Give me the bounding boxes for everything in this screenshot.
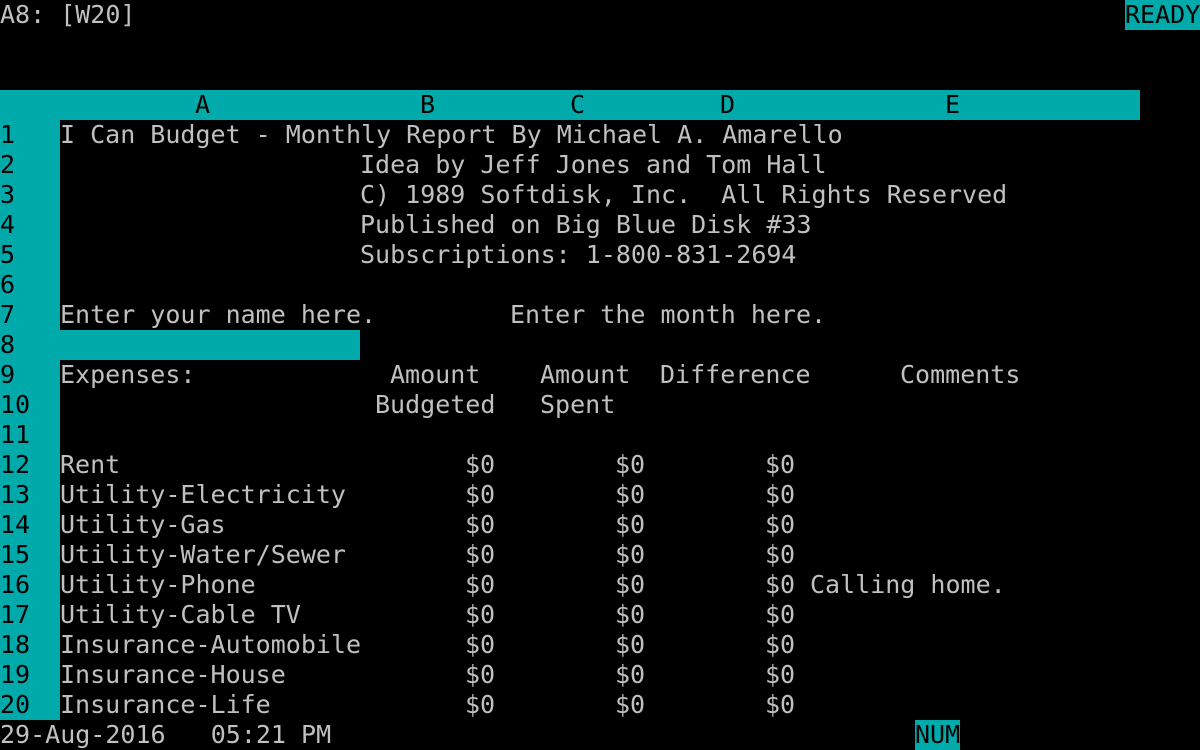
expense-budgeted[interactable]: $0: [465, 690, 495, 720]
expense-difference[interactable]: $0: [765, 690, 795, 720]
credits-line[interactable]: Idea by Jeff Jones and Tom Hall: [360, 150, 827, 180]
row-header-20[interactable]: 20: [0, 690, 60, 720]
row-header-17[interactable]: 17: [0, 600, 60, 630]
expense-difference[interactable]: $0: [765, 540, 795, 570]
expense-difference[interactable]: $0: [765, 510, 795, 540]
row-header-1[interactable]: 1: [0, 120, 60, 150]
expense-name[interactable]: Insurance-Life: [60, 690, 271, 720]
row-header-4[interactable]: 4: [0, 210, 60, 240]
row-header-5[interactable]: 5: [0, 240, 60, 270]
row-header-2[interactable]: 2: [0, 150, 60, 180]
expense-budgeted[interactable]: $0: [465, 540, 495, 570]
expense-spent[interactable]: $0: [615, 510, 645, 540]
published-line[interactable]: Published on Big Blue Disk #33: [360, 210, 812, 240]
column-header-a[interactable]: A: [60, 90, 345, 120]
expense-budgeted[interactable]: $0: [465, 480, 495, 510]
row-header-10[interactable]: 10: [0, 390, 60, 420]
expense-budgeted[interactable]: $0: [465, 510, 495, 540]
expense-difference[interactable]: $0: [765, 450, 795, 480]
column-header-e[interactable]: E: [825, 90, 1080, 120]
num-lock-indicator: NUM: [915, 720, 961, 750]
amount-budgeted-header-line1[interactable]: Amount: [390, 360, 480, 390]
report-title[interactable]: I Can Budget - Monthly Report By Michael…: [60, 120, 843, 150]
expenses-header[interactable]: Expenses:: [60, 360, 195, 390]
month-prompt[interactable]: Enter the month here.: [510, 300, 826, 330]
expense-difference[interactable]: $0: [765, 630, 795, 660]
row-header-12[interactable]: 12: [0, 450, 60, 480]
expense-spent[interactable]: $0: [615, 540, 645, 570]
row-header-19[interactable]: 19: [0, 660, 60, 690]
expense-name[interactable]: Utility-Water/Sewer: [60, 540, 346, 570]
expense-budgeted[interactable]: $0: [465, 570, 495, 600]
row-header-7[interactable]: 7: [0, 300, 60, 330]
row-header-14[interactable]: 14: [0, 510, 60, 540]
row-header-13[interactable]: 13: [0, 480, 60, 510]
copyright-line[interactable]: C) 1989 Softdisk, Inc. All Rights Reserv…: [360, 180, 1007, 210]
mode-indicator: READY: [1125, 0, 1200, 30]
amount-spent-header-line1[interactable]: Amount: [540, 360, 630, 390]
expense-spent[interactable]: $0: [615, 480, 645, 510]
cell-reference-indicator: A8: [W20]: [0, 0, 136, 29]
row-header-8[interactable]: 8: [0, 330, 60, 360]
difference-header[interactable]: Difference: [660, 360, 811, 390]
expense-budgeted[interactable]: $0: [465, 630, 495, 660]
expense-name[interactable]: Insurance-House: [60, 660, 286, 690]
expense-name[interactable]: Rent: [60, 450, 120, 480]
expense-name[interactable]: Utility-Phone: [60, 570, 256, 600]
column-header-b[interactable]: B: [375, 90, 480, 120]
expense-spent[interactable]: $0: [615, 600, 645, 630]
expense-spent[interactable]: $0: [615, 690, 645, 720]
expense-spent[interactable]: $0: [615, 660, 645, 690]
subscriptions-line[interactable]: Subscriptions: 1-800-831-2694: [360, 240, 797, 270]
row-header-18[interactable]: 18: [0, 630, 60, 660]
cell-cursor-a8[interactable]: [60, 330, 360, 360]
date-time-indicator: 29-Aug-2016 05:21 PM: [0, 720, 332, 749]
expense-difference[interactable]: $0: [765, 480, 795, 510]
expense-difference[interactable]: $0: [765, 600, 795, 630]
amount-spent-header-line2[interactable]: Spent: [540, 390, 615, 420]
expense-budgeted[interactable]: $0: [465, 450, 495, 480]
expense-name[interactable]: Utility-Gas: [60, 510, 226, 540]
amount-budgeted-header-line2[interactable]: Budgeted: [375, 390, 495, 420]
expense-difference[interactable]: $0: [765, 660, 795, 690]
row-header-15[interactable]: 15: [0, 540, 60, 570]
name-prompt[interactable]: Enter your name here.: [60, 300, 376, 330]
expense-name[interactable]: Insurance-Automobile: [60, 630, 361, 660]
expense-budgeted[interactable]: $0: [465, 660, 495, 690]
column-header-d[interactable]: D: [675, 90, 780, 120]
comments-header[interactable]: Comments: [900, 360, 1020, 390]
expense-difference[interactable]: $0: [765, 570, 795, 600]
expense-budgeted[interactable]: $0: [465, 600, 495, 630]
expense-spent[interactable]: $0: [615, 570, 645, 600]
row-header-9[interactable]: 9: [0, 360, 60, 390]
row-header-16[interactable]: 16: [0, 570, 60, 600]
row-header-6[interactable]: 6: [0, 270, 60, 300]
row-header-11[interactable]: 11: [0, 420, 60, 450]
expense-spent[interactable]: $0: [615, 630, 645, 660]
row-header-3[interactable]: 3: [0, 180, 60, 210]
column-header-c[interactable]: C: [525, 90, 630, 120]
expense-name[interactable]: Utility-Electricity: [60, 480, 346, 510]
expense-spent[interactable]: $0: [615, 450, 645, 480]
expense-comment[interactable]: Calling home.: [810, 570, 1006, 600]
lotus-123-screen: A8: [W20] READY A B C D E 1 2 3 4 5 6 7 …: [0, 0, 1200, 750]
expense-name[interactable]: Utility-Cable TV: [60, 600, 301, 630]
